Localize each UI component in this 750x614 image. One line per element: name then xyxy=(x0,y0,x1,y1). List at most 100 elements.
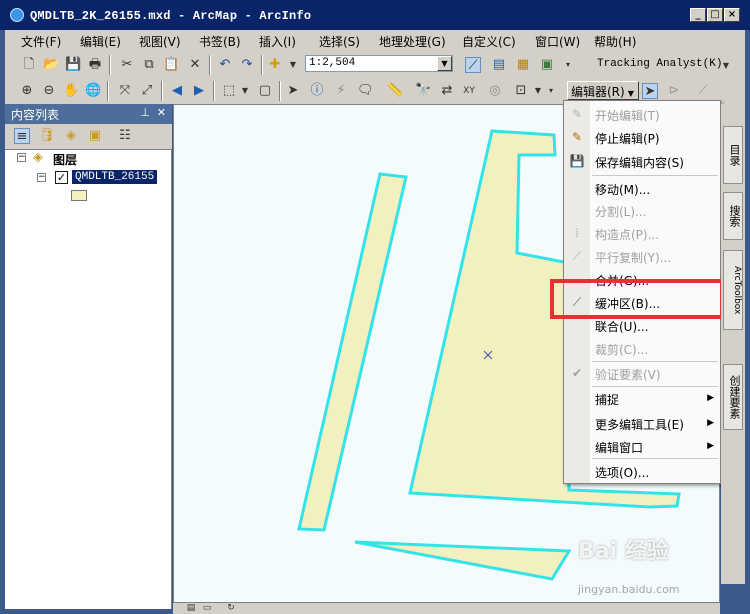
hyperlink-icon[interactable]: ⚡ xyxy=(333,83,349,99)
list-by-visibility-icon[interactable]: ◈ xyxy=(63,128,79,144)
menu-stop-editing[interactable]: 停止编辑(P) xyxy=(595,130,660,147)
close-button[interactable]: × xyxy=(724,8,740,22)
menu-customize[interactable]: 自定义(C) xyxy=(462,33,516,50)
add-data-icon[interactable]: ✚ xyxy=(267,57,283,73)
menu-construct-points[interactable]: 构造点(P)... xyxy=(595,226,659,243)
menu-editing-windows[interactable]: 编辑窗口 xyxy=(595,439,643,456)
menu-windows[interactable]: 窗口(W) xyxy=(535,33,580,50)
menu-save-edits[interactable]: 保存编辑内容(S) xyxy=(595,154,684,171)
toc-close-icon[interactable]: ✕ xyxy=(157,106,166,119)
save-icon[interactable]: 💾 xyxy=(65,57,81,73)
pin-icon[interactable]: ⊥ xyxy=(140,106,150,119)
menu-more-editing-tools[interactable]: 更多编辑工具(E) xyxy=(595,416,684,433)
select-features-icon[interactable]: ⬚ xyxy=(221,83,237,99)
layers-root-label[interactable]: 图层 xyxy=(53,151,77,168)
side-tab-search[interactable]: 搜索 xyxy=(723,192,743,240)
side-tab-arctoolbox[interactable]: ArcToolbox xyxy=(723,250,743,330)
menu-split[interactable]: 分割(L)... xyxy=(595,203,647,220)
layer-symbol-swatch[interactable] xyxy=(71,190,87,201)
layout-view-icon[interactable]: ▭ xyxy=(199,600,215,614)
editor-menu-button[interactable]: 编辑器(R) ▼ xyxy=(567,81,639,100)
scale-dropdown-icon[interactable]: ▼ xyxy=(437,56,452,71)
create-viewer-icon[interactable]: ⊡ xyxy=(513,83,529,99)
back-extent-icon[interactable]: ◀ xyxy=(169,83,185,99)
search-window-icon[interactable]: ▣ xyxy=(539,57,555,73)
menu-start-editing[interactable]: 开始编辑(T) xyxy=(595,107,660,124)
refresh-icon[interactable]: ↻ xyxy=(223,600,239,614)
toc-title: 内容列表 xyxy=(11,108,60,122)
list-by-source-icon[interactable]: 🛢 xyxy=(39,128,56,144)
layer-name[interactable]: QMDLTB_26155 xyxy=(72,170,158,184)
paste-icon[interactable]: 📋 xyxy=(163,57,179,73)
find-icon[interactable]: 🔭 xyxy=(415,83,431,99)
print-icon[interactable]: 🖶 xyxy=(87,57,103,73)
identify-icon[interactable]: ⓘ xyxy=(309,83,325,99)
forward-extent-icon[interactable]: ▶ xyxy=(191,83,207,99)
tracking-dropdown-icon[interactable]: ▼ xyxy=(718,58,734,74)
menu-snapping[interactable]: 捕捉 xyxy=(595,391,619,408)
add-data-dropdown-icon[interactable]: ▼ xyxy=(285,57,301,73)
time-slider-icon[interactable]: ◎ xyxy=(487,83,503,99)
delete-icon[interactable]: ✕ xyxy=(187,57,203,73)
full-extent-icon[interactable]: 🌐 xyxy=(85,83,101,99)
go-to-xy-icon[interactable]: XY xyxy=(461,83,477,99)
menu-help[interactable]: 帮助(H) xyxy=(594,33,636,50)
menu-selection[interactable]: 选择(S) xyxy=(319,33,360,50)
select-elements-icon[interactable]: ➤ xyxy=(285,83,301,99)
menu-view[interactable]: 视图(V) xyxy=(139,33,181,50)
menu-union[interactable]: 联合(U)... xyxy=(595,318,649,335)
menu-move[interactable]: 移动(M)... xyxy=(595,181,650,198)
list-by-drawing-order-icon[interactable]: ≡ xyxy=(14,128,30,144)
menu-clip[interactable]: 裁剪(C)... xyxy=(595,341,648,358)
pan-icon[interactable]: ✋ xyxy=(63,83,79,99)
zoom-out-icon[interactable]: ⊖ xyxy=(41,83,57,99)
table-of-contents-icon[interactable]: ▤ xyxy=(491,57,507,73)
side-tab-create-features[interactable]: 创建要素 xyxy=(723,364,743,430)
catalog-icon[interactable]: ▦ xyxy=(515,57,531,73)
edit-annotation-icon[interactable]: ⊳ xyxy=(666,83,682,99)
menu-insert[interactable]: 插入(I) xyxy=(259,33,296,50)
maximize-button[interactable]: □ xyxy=(707,8,723,22)
menu-validate-features[interactable]: 验证要素(V) xyxy=(595,366,661,383)
toc-options-icon[interactable]: ☷ xyxy=(117,128,133,144)
parcel-triangle-feature xyxy=(354,540,572,581)
layers-collapse-icon[interactable]: − xyxy=(17,153,26,162)
menu-file[interactable]: 文件(F) xyxy=(21,33,61,50)
measure-icon[interactable]: 📏 xyxy=(387,83,403,99)
scale-input[interactable]: 1:2,504 xyxy=(305,55,453,72)
window-title: QMDLTB_2K_26155.mxd - ArcMap - ArcInfo xyxy=(30,9,312,23)
minimize-button[interactable]: _ xyxy=(690,8,706,22)
baidu-watermark-url: jingyan.baidu.com xyxy=(578,583,680,596)
more-tools-submenu-arrow-icon: ▶ xyxy=(707,418,714,428)
copy-icon[interactable]: ⧉ xyxy=(141,57,157,73)
fixed-zoom-out-icon[interactable]: ⤢ xyxy=(139,83,155,99)
open-icon[interactable]: 📂 xyxy=(43,57,59,73)
cut-icon[interactable]: ✂ xyxy=(119,57,135,73)
new-document-icon[interactable]: 🗋 xyxy=(21,57,37,73)
layer-collapse-icon[interactable]: − xyxy=(37,173,46,182)
side-tab-strip: 目录 搜索 ArcToolbox 创建要素 xyxy=(721,104,745,584)
toolbar-overflow-icon[interactable]: ▾ xyxy=(560,57,576,73)
straight-segment-icon[interactable]: ⟋ xyxy=(695,83,711,99)
menu-bookmarks[interactable]: 书签(B) xyxy=(199,33,241,50)
menu-edit[interactable]: 编辑(E) xyxy=(80,33,121,50)
find-route-icon[interactable]: ⇄ xyxy=(439,83,455,99)
list-by-selection-icon[interactable]: ▣ xyxy=(87,128,103,144)
redo-icon[interactable]: ↷ xyxy=(239,57,255,73)
zoom-in-icon[interactable]: ⊕ xyxy=(19,83,35,99)
clear-selection-icon[interactable]: ▢ xyxy=(257,83,273,99)
editor-toolbar-icon[interactable]: ⟋ xyxy=(465,57,481,73)
menu-copy-parallel[interactable]: 平行复制(Y)... xyxy=(595,249,671,266)
edit-tool-icon[interactable]: ➤ xyxy=(642,83,658,99)
toolbar2-overflow-icon[interactable]: ▾ xyxy=(543,83,559,99)
data-view-icon[interactable]: ▤ xyxy=(183,600,199,614)
fixed-zoom-in-icon[interactable]: ⤧ xyxy=(117,83,133,99)
menu-options[interactable]: 选项(O)... xyxy=(595,464,649,481)
tracking-analyst-menu[interactable]: Tracking Analyst(K) xyxy=(597,58,722,70)
side-tab-catalog[interactable]: 目录 xyxy=(723,126,743,184)
html-popup-icon[interactable]: 🗨 xyxy=(357,83,374,99)
layer-visibility-checkbox[interactable]: ✓ xyxy=(55,171,68,184)
undo-icon[interactable]: ↶ xyxy=(217,57,233,73)
menu-geoprocessing[interactable]: 地理处理(G) xyxy=(379,33,446,50)
select-dropdown-icon[interactable]: ▼ xyxy=(237,83,253,99)
